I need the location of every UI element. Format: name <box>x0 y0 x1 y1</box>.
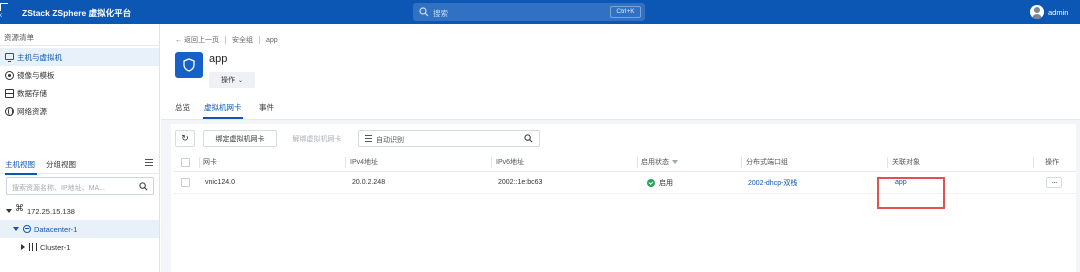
sidebar: 资源清单 主机与虚拟机 镜像与模板 数据存储 网络资源 主机视图 分组视图 搜索… <box>0 24 160 272</box>
search-placeholder: 搜索 <box>433 9 448 18</box>
breadcrumb-item: app <box>266 36 278 44</box>
sidebar-item-label: 数据存储 <box>17 88 47 98</box>
logo-text: ck <box>0 13 2 19</box>
divider <box>0 45 160 46</box>
sidebar-item-images-templates[interactable]: 镜像与模板 <box>0 66 159 84</box>
select-all-checkbox[interactable] <box>181 157 190 167</box>
collapse-icon[interactable] <box>145 159 153 167</box>
logo-icon[interactable]: ck <box>0 3 10 21</box>
back-arrow-icon[interactable]: ← <box>175 37 182 44</box>
highlight-box <box>877 177 945 209</box>
resource-search-input[interactable]: 搜索资源名称、IP地址、MA... <box>6 177 154 195</box>
column-header-related-object[interactable]: 关联对象 <box>892 153 920 171</box>
globe-icon <box>5 106 14 116</box>
search-icon[interactable] <box>524 134 533 143</box>
filter-input[interactable]: 自动识别 <box>358 130 540 147</box>
main-content: ← 返回上一页 安全组 app app 操作 ⌄ 总览 虚拟机网卡 事件 ↻ 绑… <box>161 24 1080 272</box>
enabled-status-icon <box>647 178 655 187</box>
breadcrumb-item[interactable]: 安全组 <box>232 35 253 45</box>
unbind-nic-label: 解绑虚拟机网卡 <box>292 135 342 143</box>
status-label: 启用 <box>659 179 673 187</box>
network-node-icon <box>15 204 24 215</box>
column-header-label: 启用状态 <box>641 159 669 166</box>
column-header-status[interactable]: 启用状态 <box>641 153 678 171</box>
disc-icon <box>5 70 14 80</box>
app-title: ZStack ZSphere 虚拟化平台 <box>22 8 132 18</box>
filter-placeholder: 自动识别 <box>376 137 404 144</box>
tab-events[interactable]: 事件 <box>259 102 274 113</box>
more-actions-button[interactable]: ··· <box>1046 177 1062 188</box>
back-link[interactable]: 返回上一页 <box>184 35 219 45</box>
tree-node-label: Cluster-1 <box>40 242 71 252</box>
sidebar-item-datastores[interactable]: 数据存储 <box>0 84 159 102</box>
cell-ipv6: 2002::1e:bc63 <box>498 179 543 186</box>
refresh-button[interactable]: ↻ <box>175 130 195 147</box>
sidebar-heading: 资源清单 <box>4 33 34 42</box>
column-header-actions: 操作 <box>1045 159 1059 166</box>
sidebar-item-label: 主机与虚拟机 <box>17 52 62 62</box>
cell-ipv4: 20.0.2.248 <box>352 179 386 186</box>
sidebar-item-label: 镜像与模板 <box>17 70 55 80</box>
search-icon[interactable] <box>139 182 148 191</box>
row-checkbox[interactable] <box>181 178 190 187</box>
sidebar-item-label: 网络资源 <box>17 106 47 116</box>
username[interactable]: admin <box>1048 8 1068 17</box>
tree-node-datacenter[interactable]: Datacenter-1 <box>0 220 159 238</box>
cluster-icon <box>29 243 37 251</box>
tree-node-cluster[interactable]: Cluster-1 <box>0 238 159 256</box>
breadcrumb: ← 返回上一页 安全组 app <box>175 35 278 45</box>
bind-nic-button[interactable]: 绑定虚拟机网卡 <box>203 130 277 147</box>
filter-icon[interactable] <box>672 160 678 164</box>
expand-caret-icon[interactable] <box>6 209 12 213</box>
page-title: app <box>209 53 228 65</box>
search-shortcut-hint: Ctrl+K <box>610 6 641 18</box>
column-header-nic[interactable]: 网卡 <box>203 153 217 171</box>
column-header-ipv4[interactable]: IPv4地址 <box>350 153 378 171</box>
cell-status: 启用 <box>647 172 673 193</box>
column-header-port-group[interactable]: 分布式端口组 <box>746 153 788 171</box>
monitor-icon <box>5 53 14 62</box>
cell-nic: vnic124.0 <box>205 179 235 186</box>
user-avatar-icon[interactable] <box>1030 5 1044 19</box>
tree-node-label: 172.25.15.138 <box>27 206 75 216</box>
database-icon <box>5 88 14 98</box>
tab-group-view[interactable]: 分组视图 <box>46 159 76 170</box>
global-search[interactable]: 搜索 Ctrl+K <box>413 3 645 21</box>
security-group-icon <box>175 52 203 78</box>
operations-label: 操作 <box>220 77 235 84</box>
filter-list-icon <box>365 135 372 142</box>
unbind-nic-button[interactable]: 解绑虚拟机网卡 <box>283 130 351 147</box>
table-header: 网卡 IPv4地址 IPv6地址 启用状态 分布式端口组 关联对象 操作 <box>173 153 1076 172</box>
tab-host-view[interactable]: 主机视图 <box>5 159 35 170</box>
search-placeholder: 搜索资源名称、IP地址、MA... <box>12 185 105 192</box>
bind-nic-label: 绑定虚拟机网卡 <box>215 135 265 143</box>
datacenter-icon <box>23 225 31 233</box>
refresh-icon: ↻ <box>181 133 189 144</box>
tab-vm-nics[interactable]: 虚拟机网卡 <box>204 102 242 113</box>
collapse-caret-icon[interactable] <box>21 244 25 250</box>
top-bar: ck ZStack ZSphere 虚拟化平台 搜索 Ctrl+K admin <box>0 0 1080 24</box>
column-header-ipv6[interactable]: IPv6地址 <box>496 153 524 171</box>
tree-node-host[interactable]: 172.25.15.138 <box>0 202 159 220</box>
search-icon <box>419 7 429 17</box>
operations-dropdown-button[interactable]: 操作 ⌄ <box>209 72 255 88</box>
sidebar-item-network[interactable]: 网络资源 <box>0 102 159 120</box>
active-tab-indicator <box>5 173 37 175</box>
sidebar-view-tabs: 主机视图 分组视图 <box>0 154 159 175</box>
cell-port-group-link[interactable]: 2002-dhcp-双栈 <box>748 172 797 193</box>
sidebar-item-hosts-vms[interactable]: 主机与虚拟机 <box>0 48 159 66</box>
chevron-down-icon: ⌄ <box>237 77 244 84</box>
detail-tabs: 总览 虚拟机网卡 事件 <box>161 100 1080 119</box>
expand-caret-icon[interactable] <box>13 227 19 231</box>
tab-overview[interactable]: 总览 <box>175 102 190 113</box>
tree-node-label: Datacenter-1 <box>34 224 78 234</box>
